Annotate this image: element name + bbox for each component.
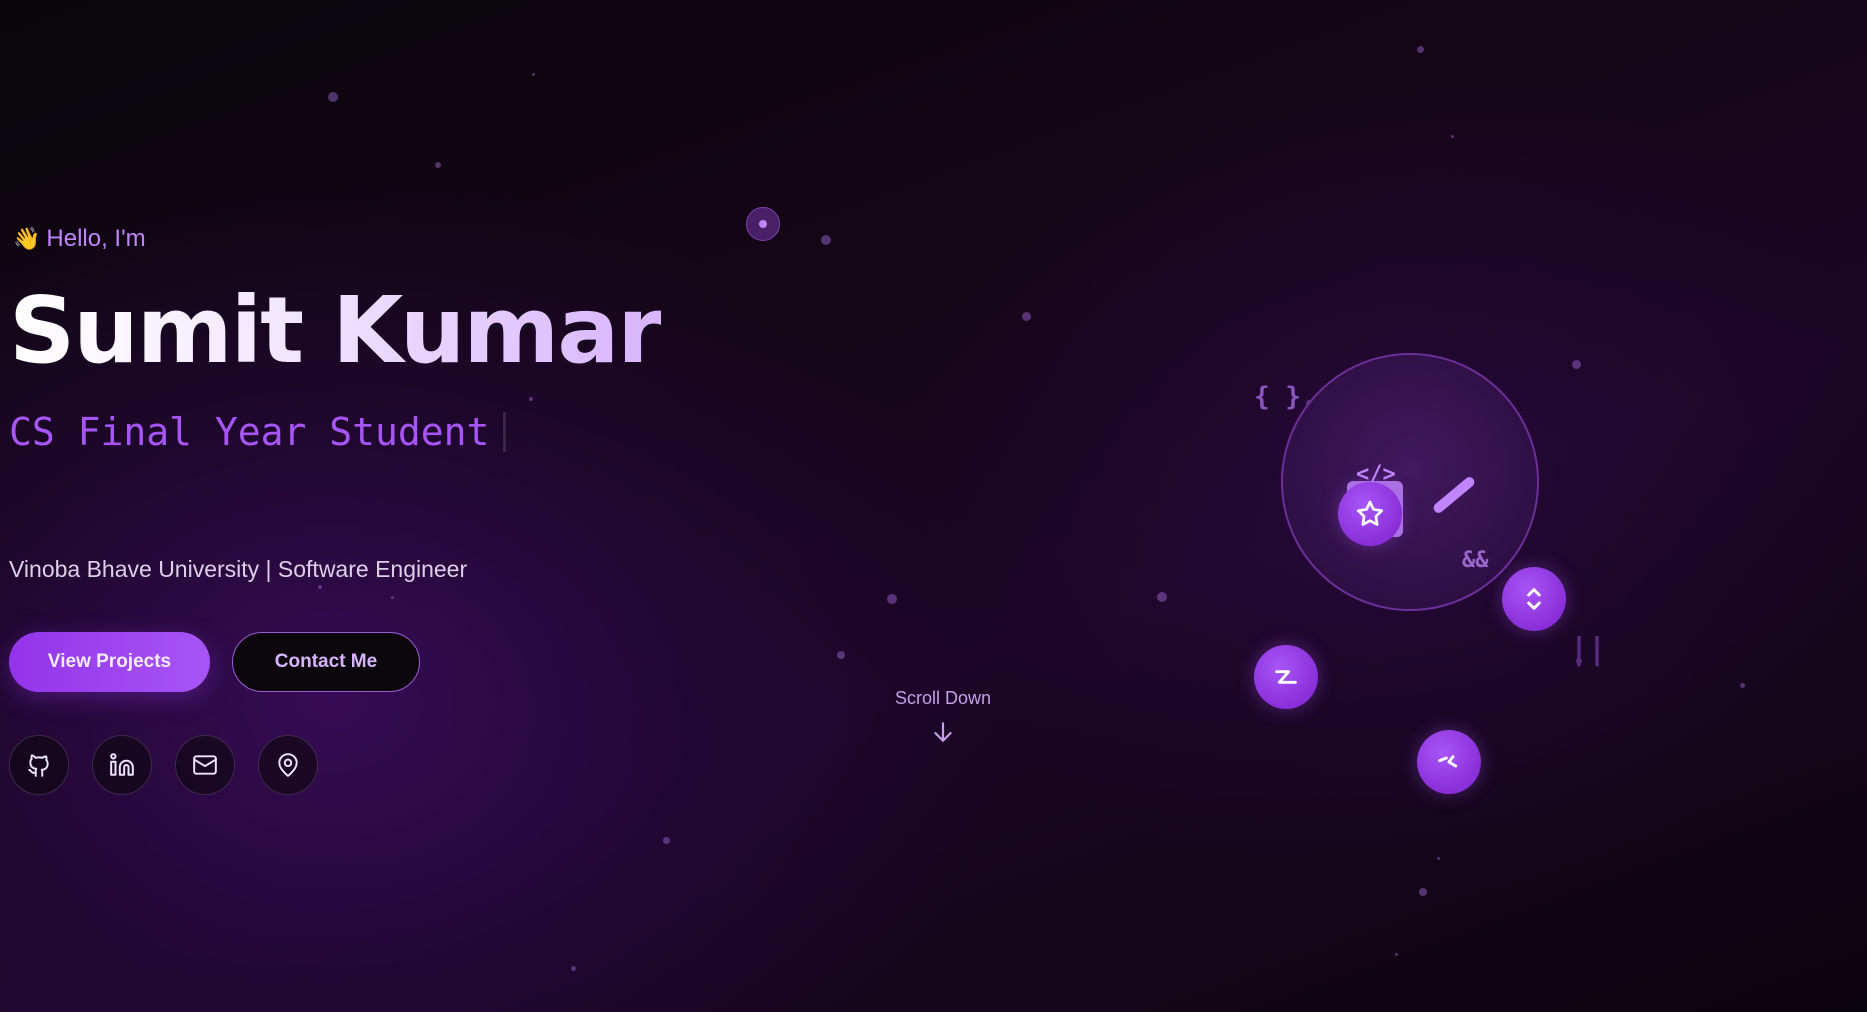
lightning-icon	[1275, 670, 1297, 684]
star-icon	[1356, 500, 1384, 526]
hero-section: 👋 Hello, I'm Sumit Kumar CS Final Year S…	[9, 0, 709, 1012]
wave-icon: 👋	[13, 226, 41, 251]
typing-cursor	[503, 412, 507, 452]
particle	[1022, 312, 1031, 321]
and-operator-symbol: &&	[1462, 548, 1489, 573]
orb	[1281, 353, 1539, 611]
arrow-down-icon	[934, 722, 952, 742]
email-link[interactable]	[175, 735, 235, 795]
greeting: 👋 Hello, I'm	[13, 225, 146, 253]
view-projects-button[interactable]: View Projects	[9, 632, 210, 692]
scroll-down-label: Scroll Down	[894, 688, 992, 708]
greeting-text: Hello, I'm	[46, 225, 146, 252]
github-link[interactable]	[9, 735, 69, 795]
mail-icon	[193, 755, 217, 775]
clock-hands-icon	[1438, 755, 1458, 768]
particle	[1395, 953, 1398, 956]
particle	[1419, 888, 1427, 896]
hero-name: Sumit Kumar	[9, 277, 663, 384]
clock-node	[1417, 730, 1481, 794]
particle	[1572, 360, 1581, 369]
contact-me-button[interactable]: Contact Me	[232, 632, 420, 692]
or-operator-symbol: ||	[1570, 632, 1607, 667]
star-node	[1338, 482, 1402, 546]
lightning-node	[1254, 645, 1318, 709]
linkedin-link[interactable]	[92, 735, 152, 795]
particle	[1157, 592, 1167, 602]
particle	[837, 651, 845, 659]
particle	[1451, 135, 1454, 138]
role-text: CS Final Year Student	[9, 410, 490, 454]
linkedin-icon	[110, 753, 134, 776]
particle	[1740, 683, 1745, 688]
particle	[1417, 46, 1424, 53]
particle	[1437, 857, 1440, 860]
particle	[821, 235, 831, 245]
glow-dot	[746, 207, 780, 241]
braces-symbol: { }	[1254, 382, 1301, 412]
hero-role: CS Final Year Student	[9, 410, 507, 454]
github-icon	[28, 754, 49, 777]
hero-subtitle: Vinoba Bhave University | Software Engin…	[9, 556, 468, 582]
refresh-icon	[1527, 588, 1541, 610]
particle	[887, 594, 897, 604]
map-pin-icon	[278, 753, 298, 777]
refresh-node	[1502, 567, 1566, 631]
scroll-down-indicator[interactable]: Scroll Down	[880, 688, 1006, 745]
location-link[interactable]	[258, 735, 318, 795]
